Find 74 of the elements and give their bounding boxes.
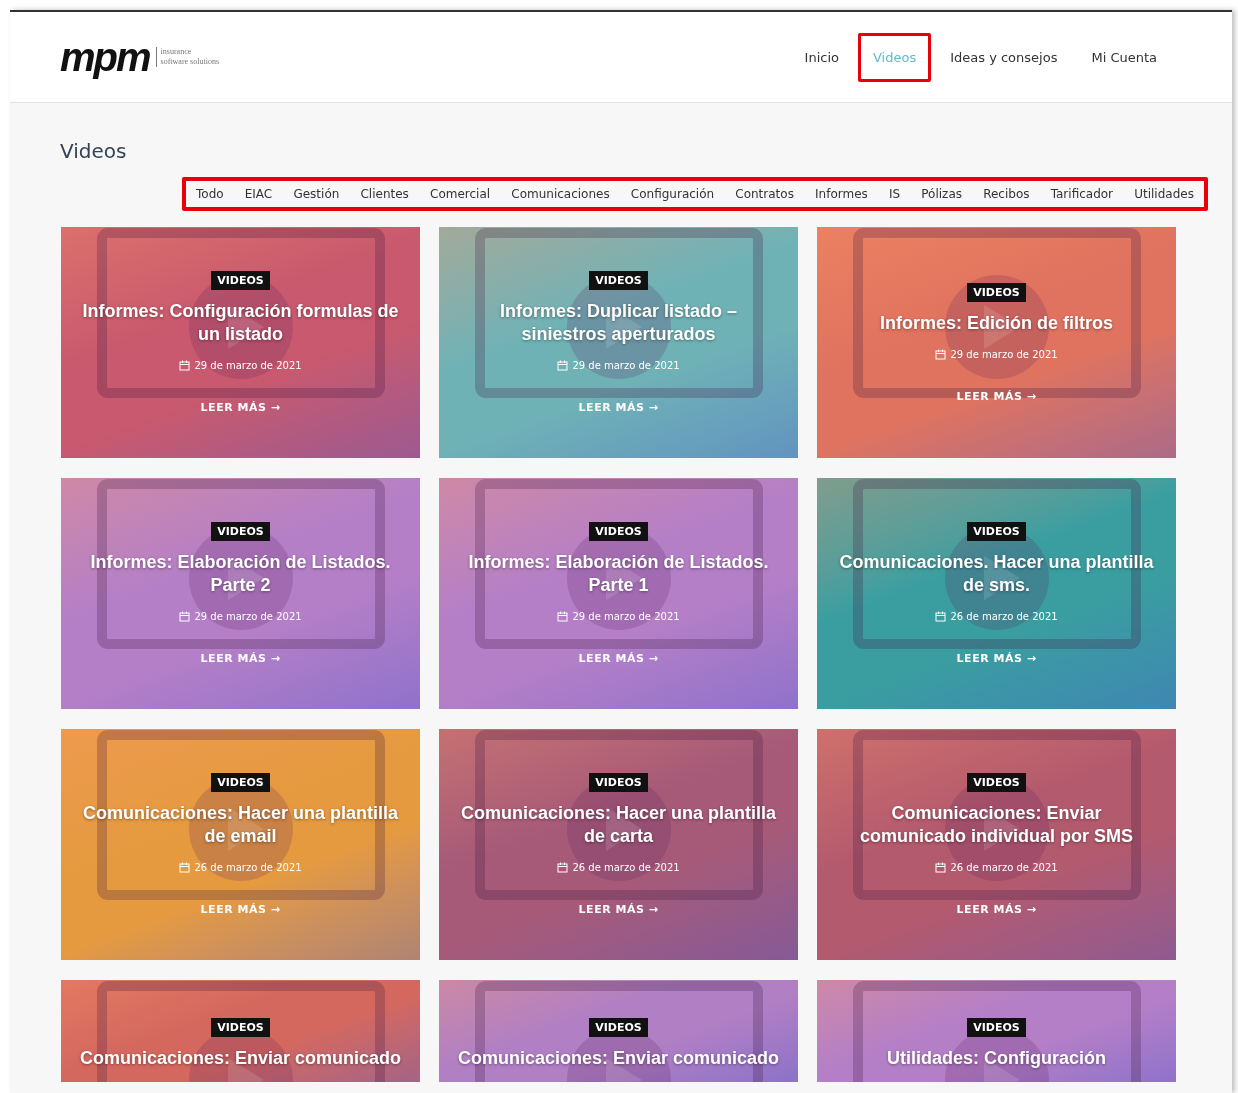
read-more-link[interactable]: LEER MÁS → [956, 903, 1037, 916]
post-date: 29 de marzo de 2021 [572, 611, 680, 622]
category-badge: VIDEOS [211, 522, 270, 541]
calendar-icon [557, 360, 569, 371]
category-filter[interactable]: Pólizas [921, 187, 963, 201]
video-card[interactable]: VIDEOS Comunicaciones: Enviar comunicado [61, 980, 420, 1082]
video-card[interactable]: VIDEOS Comunicaciones. Hacer una plantilla de sms. 26 de marzo de 2021 LEER MÁS → [817, 478, 1176, 709]
post-date: 29 de marzo de 2021 [950, 348, 1058, 360]
category-filter[interactable]: Configuración [630, 187, 715, 201]
category-badge: VIDEOS [967, 773, 1026, 792]
nav-link[interactable]: Ideas y consejos [935, 32, 1073, 82]
video-title[interactable]: Comunicaciones: Enviar comunicado [79, 1047, 402, 1070]
category-badge: VIDEOS [211, 773, 270, 792]
category-filter[interactable]: IS [889, 187, 901, 201]
post-date: 26 de marzo de 2021 [950, 611, 1058, 622]
video-title[interactable]: Comunicaciones: Enviar comunicado individual por SMS [837, 802, 1156, 848]
video-card[interactable]: VIDEOS Informes: Configuración formulas de un listado 29 de marzo de 2021 LEER MÁS → [61, 227, 420, 458]
post-date: 26 de marzo de 2021 [950, 862, 1058, 873]
category-filter[interactable]: Contratos [735, 187, 794, 201]
category-filter[interactable]: Clientes [360, 187, 409, 201]
category-badge: VIDEOS [211, 271, 270, 290]
video-card[interactable]: VIDEOS Comunicaciones: Hacer una plantilla de carta 26 de marzo de 2021 LEER MÁS → [439, 729, 798, 960]
post-date: 29 de marzo de 2021 [572, 360, 680, 371]
post-date: 29 de marzo de 2021 [194, 360, 302, 371]
category-badge: VIDEOS [589, 1018, 648, 1037]
calendar-icon [179, 360, 191, 371]
logo-tagline: insurance [160, 47, 193, 57]
category-filter[interactable]: Tarificador [1050, 187, 1114, 201]
video-card[interactable]: VIDEOS Comunicaciones: Enviar comunicado individual por SMS 26 de marzo de 2021 LEER MÁS → [817, 729, 1176, 960]
calendar-icon [179, 862, 191, 873]
video-title[interactable]: Comunicaciones. Hacer una plantilla de sms. [837, 551, 1156, 597]
video-title[interactable]: Informes: Elaboración de Listados. Parte 2 [81, 551, 400, 597]
calendar-icon [935, 862, 947, 873]
post-date: 26 de marzo de 2021 [194, 862, 302, 873]
calendar-icon [557, 611, 569, 622]
video-card[interactable]: VIDEOS Informes: Elaboración de Listados. Parte 2 29 de marzo de 2021 LEER MÁS → [61, 478, 420, 709]
video-title[interactable]: Informes: Elaboración de Listados. Parte 1 [459, 551, 778, 597]
post-date: 26 de marzo de 2021 [572, 862, 680, 873]
category-badge: VIDEOS [967, 1018, 1026, 1037]
video-card[interactable]: VIDEOS Informes: Elaboración de Listados. Parte 1 29 de marzo de 2021 LEER MÁS → [439, 478, 798, 709]
read-more-link[interactable]: LEER MÁS → [956, 389, 1037, 403]
category-badge: VIDEOS [211, 1018, 270, 1037]
calendar-icon [935, 611, 947, 622]
page-title: Videos [60, 139, 128, 163]
calendar-icon [557, 862, 569, 873]
video-title[interactable]: Comunicaciones: Hacer una plantilla de carta [459, 802, 778, 848]
calendar-icon [179, 611, 191, 622]
category-badge: VIDEOS [967, 282, 1026, 302]
nav-link[interactable]: Inicio [789, 32, 854, 82]
logo-tagline: software solutions [160, 57, 219, 67]
category-filter[interactable]: Comercial [430, 187, 491, 201]
category-filter[interactable]: Informes [815, 187, 868, 201]
category-badge: VIDEOS [589, 271, 648, 290]
category-filter[interactable]: EIAC [244, 187, 273, 201]
post-date: 29 de marzo de 2021 [194, 611, 302, 622]
video-title[interactable]: Utilidades: Configuración [887, 1047, 1106, 1070]
video-card[interactable]: VIDEOS Utilidades: Configuración [817, 980, 1176, 1082]
logo-wordmark[interactable]: mpm [60, 37, 150, 77]
category-filter[interactable]: Todo [196, 187, 224, 201]
video-card[interactable]: VIDEOS Comunicaciones: Enviar comunicado [439, 980, 798, 1082]
video-card[interactable]: VIDEOS Informes: Edición de filtros 29 de marzo de 2021 LEER MÁS → [817, 227, 1176, 458]
read-more-link[interactable]: LEER MÁS → [578, 903, 659, 916]
read-more-link[interactable]: LEER MÁS → [200, 401, 281, 414]
video-title[interactable]: Informes: Configuración formulas de un listado [81, 300, 400, 346]
nav-link[interactable]: Mi Cuenta [1076, 32, 1172, 82]
category-filter[interactable]: Recibos [983, 187, 1030, 201]
category-badge: VIDEOS [589, 522, 648, 541]
category-badge: VIDEOS [967, 522, 1026, 541]
category-filter[interactable]: Utilidades [1134, 187, 1194, 201]
category-badge: VIDEOS [589, 773, 648, 792]
category-filter[interactable]: Comunicaciones [511, 187, 610, 201]
calendar-icon [935, 348, 947, 360]
category-filter[interactable]: Gestión [293, 187, 340, 201]
video-title[interactable]: Informes: Edición de filtros [880, 311, 1113, 335]
